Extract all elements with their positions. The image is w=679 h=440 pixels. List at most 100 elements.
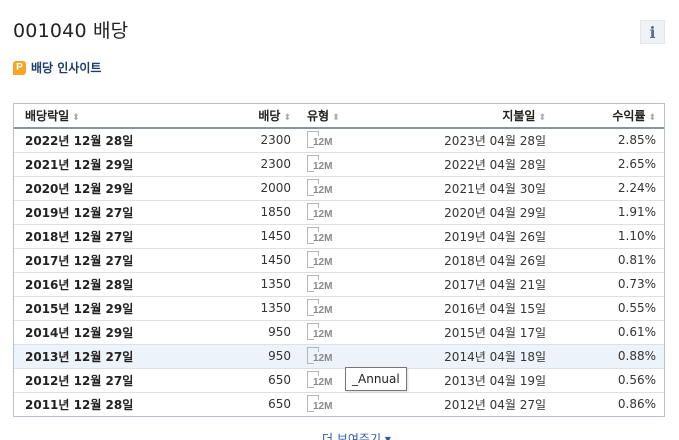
- sort-icon: ⬍: [283, 113, 291, 123]
- yield-cell: 0.86%: [554, 391, 664, 416]
- ex-date-cell: 2016년 12월 28일: [14, 271, 169, 296]
- type-cell: 12M: [299, 151, 394, 176]
- type-label: 12M: [313, 281, 333, 292]
- yield-cell: 0.55%: [554, 295, 664, 320]
- pay-date-cell: 2018년 04월 26일: [394, 247, 554, 272]
- calendar-12m-icon[interactable]: 12M: [307, 274, 337, 294]
- type-label: 12M: [313, 161, 333, 172]
- ex-date-cell: 2013년 12월 27일: [14, 343, 169, 368]
- pay-date-cell: 2014년 04월 18일: [394, 343, 554, 368]
- dividend-cell: 1450: [169, 247, 299, 272]
- yield-cell: 2.85%: [617, 133, 656, 148]
- pay-date-cell: 2017년 04월 21일: [394, 271, 554, 296]
- pay-date-cell: 2012년 04월 27일: [394, 391, 554, 416]
- yield-cell: 0.81%: [554, 247, 664, 272]
- pay-date-cell: 2013년 04월 19일: [394, 367, 554, 392]
- page-title: 001040 배당: [13, 20, 129, 42]
- type-label: 12M: [313, 209, 333, 220]
- yield-cell: 0.61%: [554, 319, 664, 344]
- dividend-cell: 650: [169, 391, 299, 416]
- ex-date-cell: 2012년 12월 27일: [14, 367, 169, 392]
- type-cell: 12M: [299, 391, 394, 416]
- pay-date-cell: 2023년 04월 28일: [444, 133, 546, 148]
- column-header-yield[interactable]: 수익률 ⬍: [554, 104, 664, 129]
- ex-date-cell: 2019년 12월 27일: [14, 199, 169, 224]
- table-row: 2020년 12월 29일 2000 12M 2021년 04월 30일 2.24%: [14, 175, 664, 200]
- column-header-label: 수익률: [612, 109, 646, 123]
- ex-date-cell: 2011년 12월 28일: [14, 391, 169, 416]
- type-cell: 12M: [299, 343, 394, 368]
- ex-date-cell: 2017년 12월 27일: [14, 247, 169, 272]
- sort-icon: ⬍: [72, 113, 80, 123]
- table-row: 2017년 12월 27일 1450 12M 2018년 04월 26일 0.81%: [14, 247, 664, 272]
- column-header-label: 배당: [258, 109, 281, 123]
- table-row: 2011년 12월 28일 650 12M 2012년 04월 27일 0.86%: [14, 391, 664, 416]
- dividend-cell: 2000: [169, 175, 299, 200]
- column-header-dividend[interactable]: 배당 ⬍: [169, 104, 299, 129]
- type-cell: 12M: [299, 175, 394, 200]
- column-header-label: 지불일: [502, 109, 536, 123]
- column-header-ex-date[interactable]: 배당락일 ⬍: [14, 104, 169, 129]
- type-label: 12M: [313, 353, 333, 364]
- table-row: 2021년 12월 29일 2300 12M 2022년 04월 28일 2.65%: [14, 151, 664, 176]
- column-header-label: 유형: [307, 109, 330, 123]
- pay-date-cell: 2016년 04월 15일: [394, 295, 554, 320]
- type-cell: 12M: [299, 223, 394, 248]
- calendar-12m-icon[interactable]: 12M: [307, 346, 337, 366]
- table-row: 2018년 12월 27일 1450 12M 2019년 04월 26일 1.10%: [14, 223, 664, 248]
- type-label: 12M: [313, 377, 333, 388]
- type-label: 12M: [313, 401, 333, 413]
- table-row: 2022년 12월 28일 2300 12M 2023년 04월 28일 2.85%: [14, 128, 664, 152]
- pay-date-cell: 2021년 04월 30일: [394, 175, 554, 200]
- yield-cell: 0.88%: [554, 343, 664, 368]
- calendar-12m-icon[interactable]: 12M: [307, 370, 337, 390]
- type-cell: 12M: [299, 199, 394, 224]
- ex-date-cell: 2021년 12월 29일: [14, 151, 169, 176]
- dividend-insight-link[interactable]: P 배당 인사이트: [13, 59, 101, 76]
- pay-date-cell: 2022년 04월 28일: [394, 151, 554, 176]
- table-header-row: 배당락일 ⬍ 배당 ⬍ 유형 ⬍ 지불일 ⬍ 수익률 ⬍: [14, 104, 664, 129]
- calendar-12m-icon[interactable]: 12M: [307, 298, 337, 318]
- calendar-12m-icon[interactable]: 12M: [307, 226, 337, 246]
- dividend-cell: 950: [169, 343, 299, 368]
- yield-cell: 0.56%: [554, 367, 664, 392]
- column-header-pay-date[interactable]: 지불일 ⬍: [394, 104, 554, 129]
- dividend-cell: 2300: [260, 133, 291, 148]
- table-row: 2012년 12월 27일 650 12M 2013년 04월 19일 0.56%: [14, 367, 664, 392]
- sort-icon: ⬍: [332, 113, 340, 123]
- pay-date-cell: 2020년 04월 29일: [394, 199, 554, 224]
- table-row: 2013년 12월 27일 950 12M 2014년 04월 18일 0.88%: [14, 343, 664, 368]
- type-cell: 12M: [299, 271, 394, 296]
- type-tooltip: _Annual: [345, 367, 407, 391]
- calendar-12m-icon[interactable]: 12M: [307, 154, 337, 174]
- pay-date-cell: 2015년 04월 17일: [394, 319, 554, 344]
- ex-date-cell: 2014년 12월 29일: [14, 319, 169, 344]
- yield-cell: 1.91%: [554, 199, 664, 224]
- table-row: 2016년 12월 28일 1350 12M 2017년 04월 21일 0.73%: [14, 271, 664, 296]
- insight-label: 배당 인사이트: [31, 61, 102, 75]
- calendar-12m-icon[interactable]: 12M: [307, 130, 337, 150]
- dividend-cell: 650: [169, 367, 299, 392]
- column-header-label: 배당락일: [25, 109, 70, 123]
- type-label: 12M: [313, 137, 333, 149]
- info-button[interactable]: i: [640, 20, 665, 44]
- type-label: 12M: [313, 305, 333, 316]
- ex-date-cell: 2018년 12월 27일: [14, 223, 169, 248]
- calendar-12m-icon[interactable]: 12M: [307, 394, 337, 414]
- calendar-12m-icon[interactable]: 12M: [307, 202, 337, 222]
- calendar-12m-icon[interactable]: 12M: [307, 178, 337, 198]
- yield-cell: 2.24%: [554, 175, 664, 200]
- type-label: 12M: [313, 185, 333, 196]
- ex-date-cell: 2015년 12월 29일: [14, 295, 169, 320]
- dividend-cell: 1350: [169, 295, 299, 320]
- yield-cell: 2.65%: [554, 151, 664, 176]
- show-more-link[interactable]: 더 보여주기 ▾: [322, 430, 391, 440]
- table-row: 2015년 12월 29일 1350 12M 2016년 04월 15일 0.55%: [14, 295, 664, 320]
- sort-icon: ⬍: [538, 113, 546, 123]
- column-header-type[interactable]: 유형 ⬍: [299, 104, 394, 129]
- dividend-cell: 1850: [169, 199, 299, 224]
- calendar-12m-icon[interactable]: 12M: [307, 250, 337, 270]
- type-cell: 12M: [299, 128, 394, 152]
- type-label: 12M: [313, 257, 333, 268]
- calendar-12m-icon[interactable]: 12M: [307, 322, 337, 342]
